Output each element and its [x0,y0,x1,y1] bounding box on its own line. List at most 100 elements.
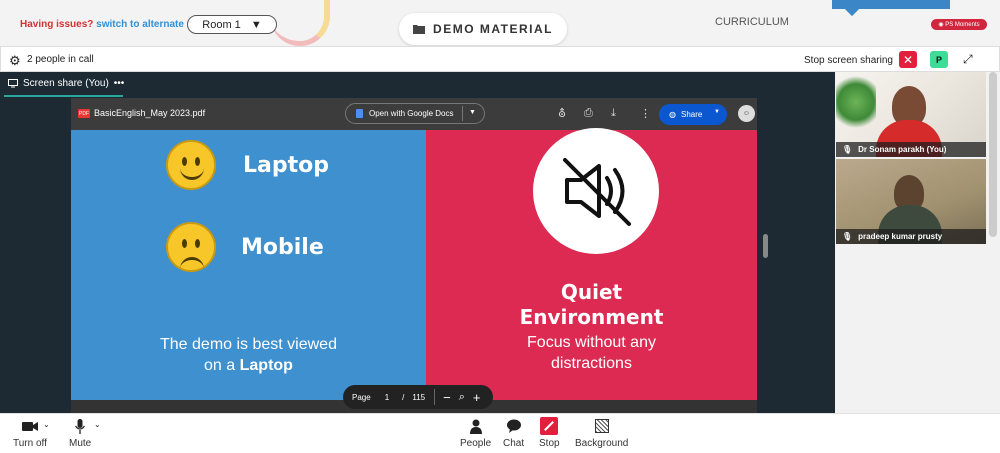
mic-icon: 🎙︎ [842,145,853,154]
video-tile-label: 🎙︎ Dr Sonam parakh (You) [836,142,986,157]
pdf-file-icon: PDF [78,109,90,118]
tab-demo-material-label: DEMO MATERIAL [433,22,553,36]
page-current-input[interactable]: 1 [385,393,389,402]
top-bar: Having issues? switch to alternate room … [0,0,1000,46]
download-icon[interactable]: ⤓ [611,107,616,120]
pdf-scrollbar[interactable] [763,234,768,258]
add-to-drive-icon[interactable]: ⛢ [558,107,566,120]
chat-button[interactable]: Chat [503,414,524,449]
gear-icon[interactable]: ⚙ [9,53,21,69]
tab-curriculum[interactable]: CURRICULUM [715,16,789,28]
print-icon[interactable]: ⎙ [584,107,593,120]
page-separator: / [402,392,405,402]
participant-button[interactable]: P [930,51,948,68]
bottom-toolbar: Turn off ⌄ Mute ⌄ People Chat Stop Backg… [0,413,1000,453]
stop-label: Stop [539,438,560,449]
turn-off-camera-button[interactable]: Turn off [13,414,47,449]
plant-decor [836,72,876,142]
ps-moments-badge[interactable]: ◉ PS Moments [931,19,987,30]
focus-line1: Focus without any [527,334,656,351]
tab-underline [4,95,123,97]
participant-name: Dr Sonam parakh (You) [858,145,947,154]
chat-label: Chat [503,438,525,449]
background-button[interactable]: Background [575,414,628,449]
laptop-heading: Laptop [243,153,329,178]
demo-best-viewed-text: The demo is best viewed on a Laptop [71,334,426,376]
side-scrollbar[interactable] [989,72,997,237]
mute-label: Mute [69,438,92,449]
room-select-value: Room 1 [202,18,241,31]
more-icon[interactable]: ••• [114,78,125,89]
demo-line2: on a Laptop [71,355,426,376]
caret-down-icon: ▼ [250,18,262,31]
divider [462,106,463,121]
issues-text: Having issues? [20,19,94,30]
dropdown-icon[interactable]: ▼ [469,109,476,116]
microphone-icon [75,414,86,438]
mobile-heading: Mobile [241,235,324,260]
people-in-call: 2 people in call [27,54,94,65]
quiet-environment-heading: Quiet Environment [426,280,757,330]
room-select[interactable]: Room 1 ▼ [187,15,277,34]
person-icon [469,414,482,438]
background-label: Background [575,438,629,449]
zoom-out-icon[interactable]: − [443,390,451,405]
ps-moments-label: PS Moments [945,21,980,28]
brand-logo [832,0,950,9]
decorative-arc [270,0,330,46]
stop-share-button[interactable]: Stop [539,414,560,449]
tab-screen-share-label: Screen share (You) [23,78,109,89]
folder-icon [413,25,426,34]
close-icon: ✕ [902,52,914,67]
camera-icon [21,414,38,438]
slide-right-panel: Quiet Environment Focus without any dist… [426,128,757,400]
tab-screen-share[interactable]: Screen share (You) ••• [8,78,124,89]
quiet-line2: Environment [519,305,664,329]
zoom-icon[interactable]: ⌕ [459,391,465,404]
demo-line1: The demo is best viewed [160,336,337,353]
smiley-face-icon [166,140,216,190]
more-vertical-icon[interactable]: ⋮ [640,107,651,120]
sad-face-icon [166,222,216,272]
speaker-muted-icon [563,158,631,226]
google-docs-icon [356,109,363,118]
stop-sharing-button[interactable]: ✕ [899,51,917,68]
open-with-google-docs-button[interactable]: Open with Google Docs ▼ [345,103,485,124]
monitor-icon [8,79,18,88]
expand-icon[interactable]: ⤢ [963,52,973,67]
quiet-line1: Quiet [560,280,623,304]
stop-share-icon [540,414,559,438]
slide-left-panel: Laptop Mobile The demo is best viewed on… [71,130,426,400]
video-tile[interactable]: 🎙︎ pradeep kumar prusty [836,159,986,244]
stop-screen-sharing-label: Stop screen sharing [804,55,893,66]
demo-line2-prefix: on a [204,357,240,374]
zoom-in-icon[interactable]: + [473,390,481,405]
chevron-down-icon[interactable]: ⌄ [94,420,101,429]
pdf-viewer: PDF BasicEnglish_May 2023.pdf Open with … [71,98,768,416]
divider [434,389,436,405]
video-tile[interactable]: 🎙︎ Dr Sonam parakh (You) [836,72,986,157]
demo-line2-bold: Laptop [239,357,293,374]
focus-line2: distractions [551,355,632,372]
globe-icon: ◍ [669,110,676,119]
focus-text: Focus without any distractions [426,332,757,374]
avatar[interactable]: ☺ [738,105,755,122]
participant-tiles: 🎙︎ Dr Sonam parakh (You) 🎙︎ pradeep kuma… [835,72,987,413]
page-label: Page [352,392,371,402]
chevron-down-icon[interactable]: ⌄ [43,420,50,429]
participant-name: pradeep kumar prusty [858,232,943,241]
people-label: People [460,438,492,449]
share-label: Share [680,110,703,119]
mute-button[interactable]: Mute [69,414,91,449]
mute-circle [533,128,659,254]
tab-demo-material[interactable]: DEMO MATERIAL [399,13,567,45]
turn-off-label: Turn off [13,438,47,449]
call-bar: ⚙ 2 people in call Stop screen sharing ✕… [0,46,1000,72]
share-button[interactable]: ◍ Share ▼ [659,104,727,125]
mic-icon: 🎙︎ [842,232,853,241]
video-tile-label: 🎙︎ pradeep kumar prusty [836,229,986,244]
open-with-label: Open with Google Docs [369,109,454,118]
background-icon [594,414,609,438]
chat-bubble-icon [506,414,521,438]
people-button[interactable]: People [460,414,491,449]
